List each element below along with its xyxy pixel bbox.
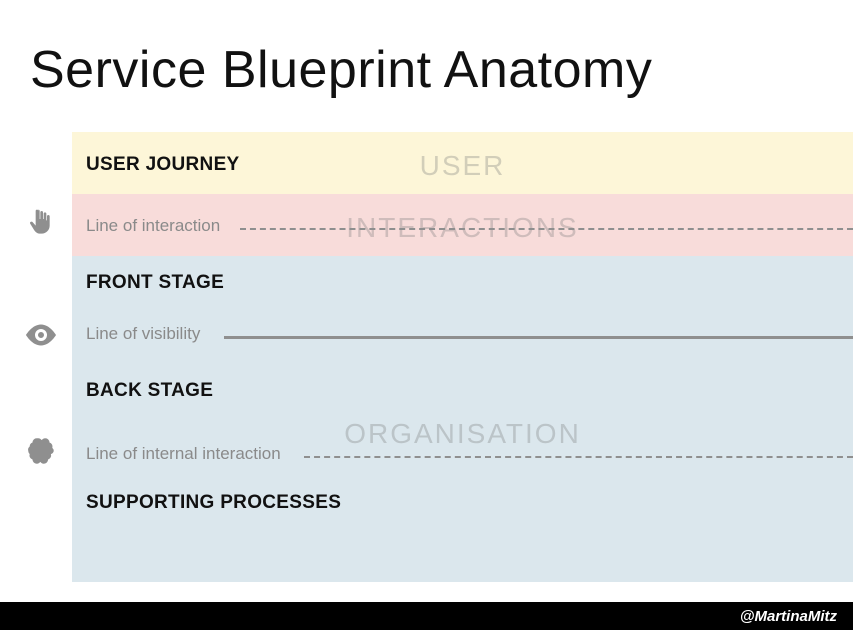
- divider-line-interaction: [240, 228, 853, 230]
- label-back-stage: BACK STAGE: [86, 380, 213, 402]
- blueprint-diagram: USER INTERACTIONS ORGANISATION USER JOUR…: [72, 132, 853, 582]
- divider-line-visibility: [224, 336, 853, 339]
- hand-icon: [22, 204, 60, 242]
- label-line-interaction: Line of interaction: [86, 216, 220, 236]
- divider-line-internal: [304, 456, 853, 458]
- lane-organisation: [72, 256, 853, 582]
- label-user-journey: USER JOURNEY: [86, 154, 240, 176]
- footer-text: @MartinaMitz: [740, 608, 837, 625]
- footer-credit: @MartinaMitz: [0, 602, 853, 630]
- brain-icon: [22, 432, 60, 470]
- label-line-visibility: Line of visibility: [86, 324, 200, 344]
- label-supporting-processes: SUPPORTING PROCESSES: [86, 492, 341, 514]
- page-title: Service Blueprint Anatomy: [30, 40, 652, 100]
- eye-icon: [22, 316, 60, 354]
- label-front-stage: FRONT STAGE: [86, 272, 224, 294]
- label-line-internal: Line of internal interaction: [86, 444, 281, 464]
